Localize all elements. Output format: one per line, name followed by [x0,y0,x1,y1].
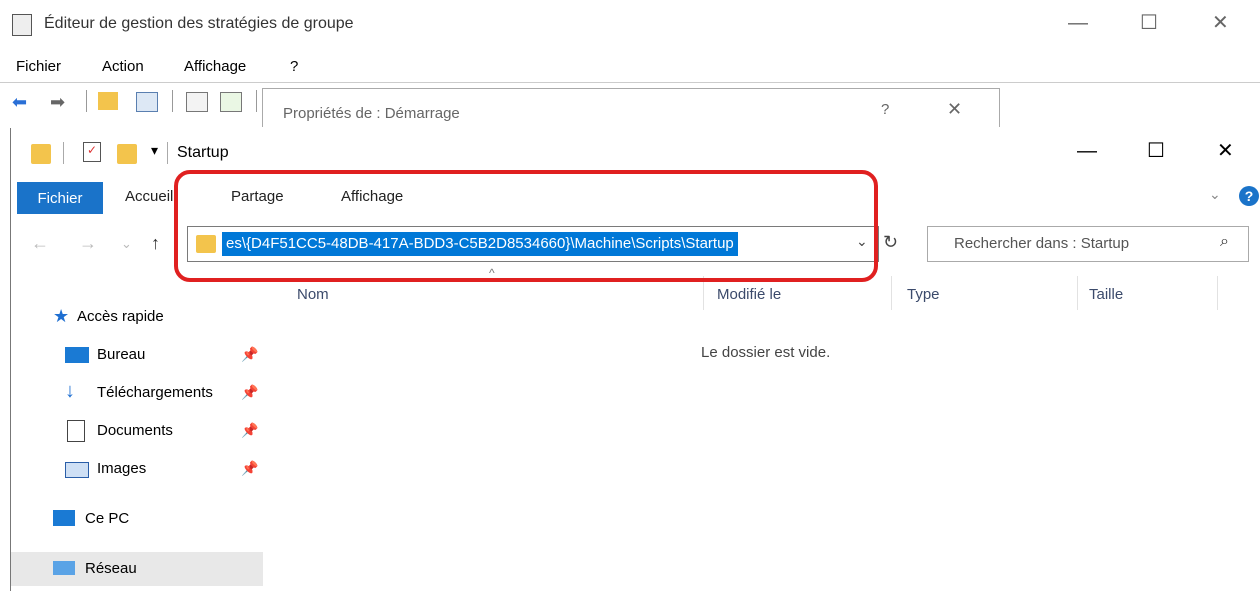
nav-images[interactable]: Images 📌 [11,452,263,486]
properties-dialog: Propriétés de : Démarrage ? ✕ [262,88,1000,127]
up-folder-icon[interactable] [98,92,118,110]
forward-icon[interactable]: → [79,233,97,254]
nav-desktop[interactable]: Bureau 📌 [11,338,263,372]
nav-label: Téléchargements [97,384,213,401]
nav-label: Accès rapide [77,308,164,325]
search-placeholder: Rechercher dans : Startup [954,235,1130,252]
back-arrow-icon[interactable]: ⬅ [12,92,32,112]
highlight-annotation [174,170,878,282]
column-separator[interactable] [1077,276,1078,310]
toolbar-separator [86,90,87,112]
nav-network[interactable]: Réseau [11,552,263,586]
star-icon: ★ [53,306,70,326]
up-icon[interactable]: ↑ [151,233,160,254]
explorer-maximize-button[interactable]: ☐ [1147,138,1165,163]
nav-label: Images [97,460,147,477]
customize-qat-icon[interactable]: ▾ [151,142,158,159]
desktop-icon [65,347,89,363]
menu-action[interactable]: Action [102,58,144,75]
nav-this-pc[interactable]: Ce PC [11,502,263,536]
search-icon[interactable]: ⌕ [1220,233,1229,251]
qat-separator [167,142,168,164]
images-icon [65,462,89,478]
forward-arrow-icon[interactable]: ➡ [50,92,70,112]
column-separator[interactable] [1217,276,1218,310]
qat-separator [63,142,64,164]
menu-fichier[interactable]: Fichier [16,58,61,75]
menu-affichage[interactable]: Affichage [184,58,246,75]
dialog-close-button[interactable]: ✕ [947,99,962,120]
ribbon-tab-home[interactable]: Accueil [125,188,173,205]
column-type[interactable]: Type [907,286,940,303]
new-folder-icon[interactable] [117,144,137,164]
properties-check-icon[interactable]: ✓ [83,142,101,162]
gpedit-titlebar: Éditeur de gestion des stratégies de gro… [0,0,1260,52]
dialog-title: Propriétés de : Démarrage [283,105,460,122]
menu-help[interactable]: ? [290,58,298,75]
maximize-button[interactable]: ☐ [1140,10,1158,35]
minimize-button[interactable]: — [1068,12,1088,35]
properties-icon[interactable] [186,92,208,112]
nav-label: Ce PC [85,510,130,527]
nav-label: Documents [97,422,173,439]
empty-folder-message: Le dossier est vide. [701,344,831,361]
explorer-title: Startup [177,144,229,161]
pin-icon[interactable]: 📌 [241,346,258,363]
pin-icon[interactable]: 📌 [241,422,258,439]
documents-icon [67,420,85,442]
explorer-close-button[interactable]: ✕ [1217,138,1234,163]
close-button[interactable]: ✕ [1212,10,1229,35]
column-modified[interactable]: Modifié le [717,286,781,303]
nav-label: Bureau [97,346,146,363]
window-title: Éditeur de gestion des stratégies de gro… [44,15,354,32]
toolbar-separator [256,90,257,112]
column-name[interactable]: Nom [297,286,329,303]
search-box[interactable]: Rechercher dans : Startup ⌕ [927,226,1249,262]
refresh-icon[interactable]: ↻ [883,232,898,253]
back-icon[interactable]: ← [31,233,49,254]
toolbar-separator [172,90,173,112]
column-separator[interactable] [891,276,892,310]
ribbon-tab-file[interactable]: Fichier [17,182,103,214]
column-size[interactable]: Taille [1089,286,1123,303]
expand-ribbon-icon[interactable]: ⌄ [1209,186,1221,203]
explorer-minimize-button[interactable]: — [1077,140,1097,163]
dialog-help-button[interactable]: ? [881,101,889,118]
nav-quick-access[interactable]: ★ Accès rapide [11,300,263,334]
help-icon[interactable]: ? [1239,186,1259,206]
pin-icon[interactable]: 📌 [241,384,258,401]
nav-label: Réseau [85,560,137,577]
console-tree-icon[interactable] [136,92,158,112]
computer-icon [53,510,75,526]
folder-icon [31,144,51,164]
download-icon: ↓ [65,380,75,402]
menu-bar: Fichier Action Affichage ? [0,52,1260,82]
navigation-pane: ★ Accès rapide Bureau 📌 ↓ Téléchargement… [11,268,263,591]
network-icon [53,561,75,575]
nav-downloads[interactable]: ↓ Téléchargements 📌 [11,376,263,410]
recent-locations-icon[interactable]: ⌄ [121,236,132,252]
policy-editor-icon [12,14,32,36]
export-list-icon[interactable] [220,92,242,112]
pin-icon[interactable]: 📌 [241,460,258,477]
nav-documents[interactable]: Documents 📌 [11,414,263,448]
